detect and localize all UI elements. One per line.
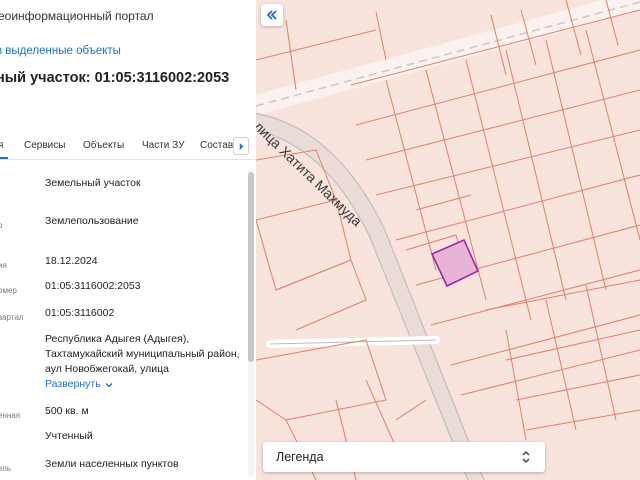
address-text: Республика Адыгея (Адыгея), Тахтамукайск…: [45, 333, 240, 375]
expand-address-button[interactable]: Развернуть: [45, 377, 113, 392]
row-key: омер: [0, 286, 17, 295]
row-value: Земли населенных пунктов: [45, 458, 179, 470]
tab-composition[interactable]: Состав: [200, 140, 233, 151]
legend-select[interactable]: Легенда: [263, 442, 545, 472]
row-key: ель: [0, 464, 12, 473]
scrollbar-thumb[interactable]: [248, 172, 254, 362]
row-value: Земельный участок: [45, 177, 141, 189]
tabs-next-button[interactable]: [233, 137, 249, 155]
tab-parts[interactable]: Части ЗУ: [142, 140, 184, 151]
back-to-selected-link[interactable]: в выделенные объекты: [0, 45, 121, 57]
expand-label: Развернуть: [45, 378, 101, 390]
legend-label: Легенда: [276, 450, 324, 464]
row-value: 01:05:3116002:2053: [45, 280, 141, 292]
cadastral-map[interactable]: лица Хатита Махмуда: [256, 0, 640, 480]
row-value: Землепользование: [45, 215, 139, 227]
select-arrows-icon: [522, 451, 530, 463]
active-tab-indicator: [0, 157, 8, 159]
chevron-down-icon: [105, 382, 113, 387]
tab-services[interactable]: Сервисы: [24, 140, 65, 151]
row-key: вартал: [0, 313, 24, 322]
tab-bar: я Сервисы Объекты Части ЗУ Состав: [0, 134, 256, 160]
row-key: ия: [0, 261, 7, 270]
chevron-right-icon: [239, 142, 243, 150]
row-value: Учтенный: [45, 430, 93, 442]
row-value: 01:05:3116002: [45, 307, 115, 319]
tab-info[interactable]: я: [0, 140, 3, 151]
map-canvas[interactable]: [256, 0, 640, 480]
portal-title: еоинформационный портал: [0, 9, 154, 23]
row-value: 18.12.2024: [45, 255, 98, 267]
info-panel: еоинформационный портал в выделенные объ…: [0, 0, 256, 480]
row-value: 500 кв. м: [45, 405, 89, 417]
row-key: енная: [0, 411, 21, 420]
collapse-panel-button[interactable]: [261, 4, 283, 26]
row-value: Республика Адыгея (Адыгея), Тахтамукайск…: [45, 332, 245, 392]
tab-objects[interactable]: Объекты: [83, 140, 124, 151]
row-key: о: [0, 221, 3, 230]
double-chevron-left-icon: [266, 10, 277, 20]
parcel-title: ный участок: 01:05:3116002:2053: [0, 70, 230, 86]
